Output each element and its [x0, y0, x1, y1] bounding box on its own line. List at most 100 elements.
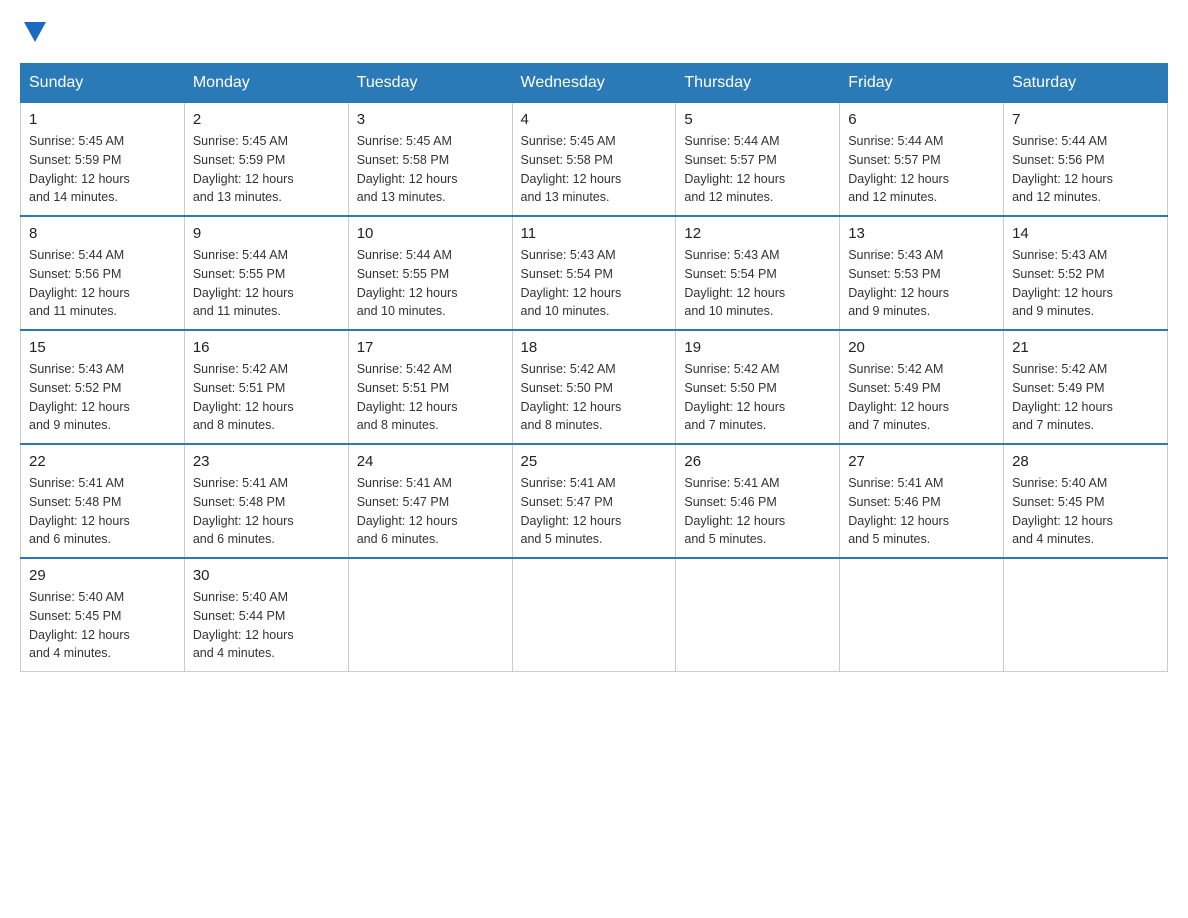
day-number: 20	[848, 339, 995, 356]
day-number: 7	[1012, 111, 1159, 128]
day-info: Sunrise: 5:45 AMSunset: 5:59 PMDaylight:…	[29, 132, 176, 207]
day-number: 11	[521, 225, 668, 242]
calendar-cell: 2 Sunrise: 5:45 AMSunset: 5:59 PMDaylight…	[184, 103, 348, 217]
day-number: 16	[193, 339, 340, 356]
day-info: Sunrise: 5:44 AMSunset: 5:55 PMDaylight:…	[357, 246, 504, 321]
day-number: 29	[29, 567, 176, 584]
calendar-cell: 15 Sunrise: 5:43 AMSunset: 5:52 PMDayligh…	[21, 330, 185, 444]
weekday-header-friday: Friday	[840, 64, 1004, 103]
day-info: Sunrise: 5:41 AMSunset: 5:47 PMDaylight:…	[521, 474, 668, 549]
day-number: 10	[357, 225, 504, 242]
day-number: 12	[684, 225, 831, 242]
day-info: Sunrise: 5:43 AMSunset: 5:52 PMDaylight:…	[29, 360, 176, 435]
calendar-cell: 7 Sunrise: 5:44 AMSunset: 5:56 PMDaylight…	[1004, 103, 1168, 217]
calendar-cell: 9 Sunrise: 5:44 AMSunset: 5:55 PMDaylight…	[184, 216, 348, 330]
day-info: Sunrise: 5:42 AMSunset: 5:50 PMDaylight:…	[684, 360, 831, 435]
day-info: Sunrise: 5:44 AMSunset: 5:57 PMDaylight:…	[684, 132, 831, 207]
day-info: Sunrise: 5:43 AMSunset: 5:54 PMDaylight:…	[521, 246, 668, 321]
calendar-cell: 25 Sunrise: 5:41 AMSunset: 5:47 PMDayligh…	[512, 444, 676, 558]
calendar-cell: 27 Sunrise: 5:41 AMSunset: 5:46 PMDayligh…	[840, 444, 1004, 558]
weekday-header-saturday: Saturday	[1004, 64, 1168, 103]
day-number: 18	[521, 339, 668, 356]
week-row-4: 22Sunrise: 5:41 AMSunset: 5:48 PMDayligh…	[21, 444, 1168, 558]
day-info: Sunrise: 5:44 AMSunset: 5:56 PMDaylight:…	[29, 246, 176, 321]
day-number: 17	[357, 339, 504, 356]
calendar-cell	[1004, 558, 1168, 672]
day-info: Sunrise: 5:43 AMSunset: 5:53 PMDaylight:…	[848, 246, 995, 321]
day-info: Sunrise: 5:42 AMSunset: 5:49 PMDaylight:…	[1012, 360, 1159, 435]
logo-triangle-icon	[24, 22, 46, 42]
calendar-cell: 28Sunrise: 5:40 AMSunset: 5:45 PMDayligh…	[1004, 444, 1168, 558]
week-row-1: 1 Sunrise: 5:45 AMSunset: 5:59 PMDaylight…	[21, 103, 1168, 217]
calendar-cell: 13 Sunrise: 5:43 AMSunset: 5:53 PMDayligh…	[840, 216, 1004, 330]
day-info: Sunrise: 5:44 AMSunset: 5:56 PMDaylight:…	[1012, 132, 1159, 207]
calendar-cell: 8Sunrise: 5:44 AMSunset: 5:56 PMDaylight…	[21, 216, 185, 330]
day-number: 4	[521, 111, 668, 128]
day-number: 21	[1012, 339, 1159, 356]
page-header	[20, 20, 1168, 43]
day-info: Sunrise: 5:41 AMSunset: 5:47 PMDaylight:…	[357, 474, 504, 549]
day-number: 15	[29, 339, 176, 356]
weekday-header-tuesday: Tuesday	[348, 64, 512, 103]
day-info: Sunrise: 5:42 AMSunset: 5:51 PMDaylight:…	[193, 360, 340, 435]
day-number: 6	[848, 111, 995, 128]
day-info: Sunrise: 5:42 AMSunset: 5:49 PMDaylight:…	[848, 360, 995, 435]
day-number: 19	[684, 339, 831, 356]
day-number: 25	[521, 453, 668, 470]
day-info: Sunrise: 5:41 AMSunset: 5:46 PMDaylight:…	[848, 474, 995, 549]
weekday-header-sunday: Sunday	[21, 64, 185, 103]
calendar-cell: 26Sunrise: 5:41 AMSunset: 5:46 PMDayligh…	[676, 444, 840, 558]
calendar-cell: 5 Sunrise: 5:44 AMSunset: 5:57 PMDaylight…	[676, 103, 840, 217]
day-info: Sunrise: 5:42 AMSunset: 5:50 PMDaylight:…	[521, 360, 668, 435]
calendar-cell: 12 Sunrise: 5:43 AMSunset: 5:54 PMDayligh…	[676, 216, 840, 330]
week-row-5: 29Sunrise: 5:40 AMSunset: 5:45 PMDayligh…	[21, 558, 1168, 672]
day-info: Sunrise: 5:43 AMSunset: 5:54 PMDaylight:…	[684, 246, 831, 321]
calendar-cell: 17 Sunrise: 5:42 AMSunset: 5:51 PMDayligh…	[348, 330, 512, 444]
day-info: Sunrise: 5:45 AMSunset: 5:59 PMDaylight:…	[193, 132, 340, 207]
calendar-cell: 23 Sunrise: 5:41 AMSunset: 5:48 PMDayligh…	[184, 444, 348, 558]
day-number: 3	[357, 111, 504, 128]
weekday-header-row: SundayMondayTuesdayWednesdayThursdayFrid…	[21, 64, 1168, 103]
calendar-cell: 10 Sunrise: 5:44 AMSunset: 5:55 PMDayligh…	[348, 216, 512, 330]
day-number: 5	[684, 111, 831, 128]
day-number: 9	[193, 225, 340, 242]
day-number: 13	[848, 225, 995, 242]
calendar-cell: 21 Sunrise: 5:42 AMSunset: 5:49 PMDayligh…	[1004, 330, 1168, 444]
day-info: Sunrise: 5:41 AMSunset: 5:48 PMDaylight:…	[29, 474, 176, 549]
calendar-cell	[676, 558, 840, 672]
calendar-cell: 16 Sunrise: 5:42 AMSunset: 5:51 PMDayligh…	[184, 330, 348, 444]
weekday-header-thursday: Thursday	[676, 64, 840, 103]
calendar-cell: 18 Sunrise: 5:42 AMSunset: 5:50 PMDayligh…	[512, 330, 676, 444]
day-number: 26	[684, 453, 831, 470]
calendar-cell: 29Sunrise: 5:40 AMSunset: 5:45 PMDayligh…	[21, 558, 185, 672]
calendar-cell: 14Sunrise: 5:43 AMSunset: 5:52 PMDayligh…	[1004, 216, 1168, 330]
calendar-cell: 4Sunrise: 5:45 AMSunset: 5:58 PMDaylight…	[512, 103, 676, 217]
weekday-header-monday: Monday	[184, 64, 348, 103]
day-info: Sunrise: 5:40 AMSunset: 5:44 PMDaylight:…	[193, 588, 340, 663]
calendar-table: SundayMondayTuesdayWednesdayThursdayFrid…	[20, 63, 1168, 672]
calendar-cell: 19 Sunrise: 5:42 AMSunset: 5:50 PMDayligh…	[676, 330, 840, 444]
day-number: 1	[29, 111, 176, 128]
day-number: 14	[1012, 225, 1159, 242]
calendar-cell: 30 Sunrise: 5:40 AMSunset: 5:44 PMDayligh…	[184, 558, 348, 672]
day-info: Sunrise: 5:40 AMSunset: 5:45 PMDaylight:…	[1012, 474, 1159, 549]
day-number: 23	[193, 453, 340, 470]
day-number: 24	[357, 453, 504, 470]
calendar-cell: 20 Sunrise: 5:42 AMSunset: 5:49 PMDayligh…	[840, 330, 1004, 444]
calendar-cell	[840, 558, 1004, 672]
logo	[20, 20, 46, 43]
calendar-cell: 11 Sunrise: 5:43 AMSunset: 5:54 PMDayligh…	[512, 216, 676, 330]
calendar-cell: 24 Sunrise: 5:41 AMSunset: 5:47 PMDayligh…	[348, 444, 512, 558]
calendar-cell	[512, 558, 676, 672]
week-row-3: 15 Sunrise: 5:43 AMSunset: 5:52 PMDayligh…	[21, 330, 1168, 444]
day-number: 30	[193, 567, 340, 584]
calendar-cell	[348, 558, 512, 672]
day-info: Sunrise: 5:44 AMSunset: 5:55 PMDaylight:…	[193, 246, 340, 321]
day-info: Sunrise: 5:42 AMSunset: 5:51 PMDaylight:…	[357, 360, 504, 435]
day-number: 27	[848, 453, 995, 470]
day-info: Sunrise: 5:41 AMSunset: 5:48 PMDaylight:…	[193, 474, 340, 549]
calendar-cell: 22Sunrise: 5:41 AMSunset: 5:48 PMDayligh…	[21, 444, 185, 558]
calendar-cell: 6Sunrise: 5:44 AMSunset: 5:57 PMDaylight…	[840, 103, 1004, 217]
day-number: 2	[193, 111, 340, 128]
calendar-cell: 3Sunrise: 5:45 AMSunset: 5:58 PMDaylight…	[348, 103, 512, 217]
